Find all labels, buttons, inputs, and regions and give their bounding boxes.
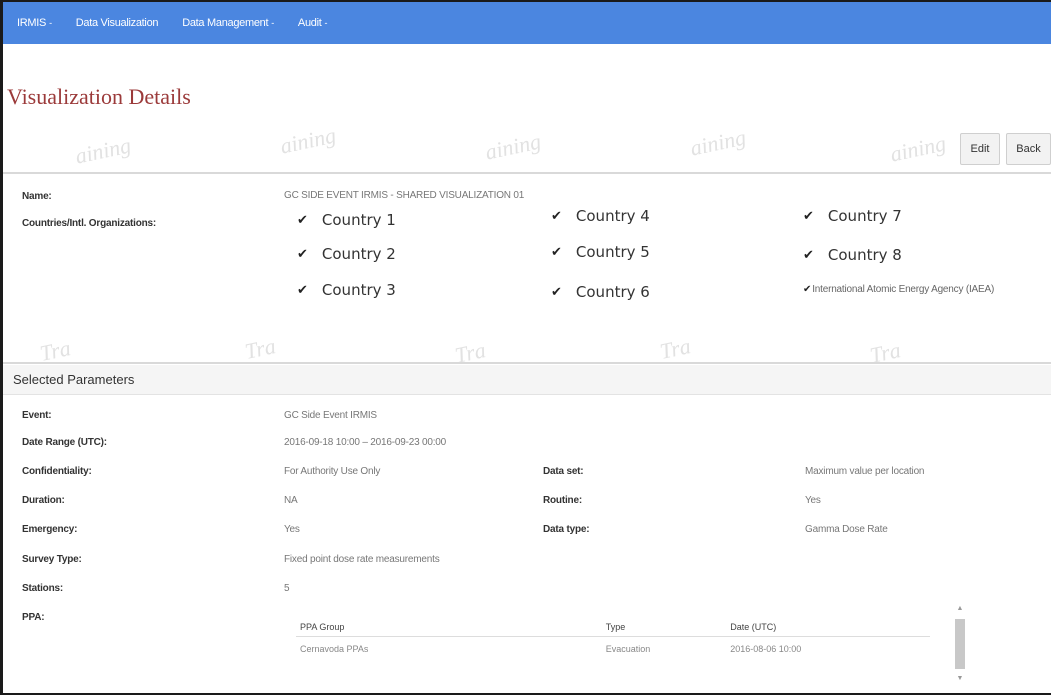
checkmark-icon: ✔ (297, 246, 308, 262)
nav-caret: - (49, 18, 52, 28)
nav-item-label: Audit (297, 17, 322, 29)
data-type-label: Data type: (543, 524, 590, 535)
watermark: aining (277, 122, 339, 159)
section-title: Selected Parameters (13, 372, 135, 387)
confidentiality-value: For Authority Use Only (284, 466, 381, 477)
scroll-down-arrow-icon[interactable]: ▼ (954, 675, 966, 685)
countries-label: Countries/Intl. Organizations: (22, 218, 157, 229)
survey-type-value: Fixed point dose rate measurements (284, 554, 440, 565)
name-value: GC SIDE EVENT IRMIS - SHARED VISUALIZATI… (284, 190, 525, 201)
country-label: Country 5 (575, 243, 650, 261)
divider (3, 362, 1051, 364)
checkmark-icon: ✔ (551, 244, 562, 260)
checkmark-icon: ✔ (803, 208, 814, 224)
top-navbar: IRMIS - Data Visualization Data Managemen… (3, 2, 1051, 44)
nav-data-visualization[interactable]: Data Visualization (75, 17, 159, 29)
stations-value: 5 (284, 583, 290, 594)
checkmark-icon: ✔ (803, 284, 812, 295)
nav-irmis-menu[interactable]: IRMIS - (17, 17, 52, 29)
country-item: ✔ Country 8 (803, 246, 902, 264)
country-item-iaea: ✔International Atomic Energy Agency (IAE… (803, 282, 1033, 297)
event-label: Event: (22, 410, 52, 421)
date-range-label: Date Range (UTC): (22, 437, 107, 448)
watermark: aining (482, 128, 544, 165)
country-item: ✔ Country 2 (297, 245, 396, 263)
country-label: Country 6 (575, 283, 650, 301)
country-label: Country 7 (827, 207, 902, 225)
edit-button[interactable]: Edit (960, 133, 1000, 165)
country-item: ✔ Country 1 (297, 211, 396, 229)
column-header-type[interactable]: Type (601, 617, 727, 637)
ppa-label: PPA: (22, 612, 45, 623)
scroll-thumb[interactable] (955, 619, 965, 669)
nav-caret: - (271, 18, 274, 28)
column-header-date[interactable]: Date (UTC) (726, 617, 930, 637)
checkmark-icon: ✔ (551, 208, 562, 224)
checkmark-icon: ✔ (297, 212, 308, 228)
event-value: GC Side Event IRMIS (284, 410, 377, 421)
country-label: Country 1 (321, 211, 396, 229)
country-label: International Atomic Energy Agency (IAEA… (812, 284, 995, 295)
selected-parameters-header: Selected Parameters (3, 365, 1051, 395)
country-item: ✔ Country 4 (551, 207, 650, 225)
data-set-label: Data set: (543, 466, 584, 477)
nav-data-management-menu[interactable]: Data Management - (182, 17, 274, 29)
routine-label: Routine: (543, 495, 582, 506)
country-label: Country 8 (827, 246, 902, 264)
checkmark-icon: ✔ (551, 284, 562, 300)
routine-value: Yes (805, 495, 821, 506)
confidentiality-label: Confidentiality: (22, 466, 92, 477)
table-cell-ppa-group: Cernavoda PPAs (300, 643, 369, 654)
watermark: aining (72, 132, 134, 169)
duration-label: Duration: (22, 495, 65, 506)
emergency-value: Yes (284, 524, 300, 535)
country-item: ✔ Country 6 (551, 283, 650, 301)
country-label: Country 2 (321, 245, 396, 263)
nav-item-label: Data Management (182, 17, 269, 29)
back-button[interactable]: Back (1006, 133, 1051, 165)
ppa-scrollbar[interactable]: ▲ ▼ (954, 605, 966, 685)
nav-audit-menu[interactable]: Audit - (297, 17, 328, 29)
frame-left-border (0, 0, 3, 695)
table-cell-type: Evacuation (605, 643, 651, 654)
emergency-label: Emergency: (22, 524, 78, 535)
checkmark-icon: ✔ (803, 247, 814, 263)
stations-label: Stations: (22, 583, 63, 594)
nav-item-label: IRMIS (17, 17, 47, 29)
watermark: Tra (657, 333, 693, 364)
ppa-table: PPA Group Type Date (UTC) Cernavoda PPAs… (296, 617, 930, 660)
column-header-ppa-group[interactable]: PPA Group (296, 617, 602, 637)
date-range-value: 2016-09-18 10:00 – 2016-09-23 00:00 (284, 437, 447, 448)
watermark: Tra (242, 333, 278, 364)
data-set-value: Maximum value per location (805, 466, 925, 477)
country-item: ✔ Country 3 (297, 281, 396, 299)
country-item: ✔ Country 5 (551, 243, 650, 261)
watermark: aining (687, 124, 749, 161)
ppa-table-container: PPA Group Type Date (UTC) Cernavoda PPAs… (284, 603, 954, 673)
nav-caret: - (324, 18, 328, 28)
checkmark-icon: ✔ (297, 282, 308, 298)
name-label: Name: (22, 191, 52, 202)
page-title: Visualization Details (7, 84, 191, 109)
country-item: ✔ Country 7 (803, 207, 902, 225)
table-row[interactable]: Cernavoda PPAs Evacuation 2016-08-06 10:… (296, 637, 930, 661)
watermark: aining (887, 130, 949, 167)
nav-item-label: Data Visualization (75, 17, 159, 29)
divider (3, 172, 1051, 174)
country-label: Country 4 (575, 207, 650, 225)
survey-type-label: Survey Type: (22, 554, 82, 565)
table-cell-date: 2016-08-06 10:00 (730, 643, 802, 654)
country-label: Country 3 (321, 281, 396, 299)
scroll-up-arrow-icon[interactable]: ▲ (954, 605, 966, 615)
data-type-value: Gamma Dose Rate (805, 524, 888, 535)
table-header-row: PPA Group Type Date (UTC) (296, 617, 930, 637)
duration-value: NA (284, 495, 298, 506)
